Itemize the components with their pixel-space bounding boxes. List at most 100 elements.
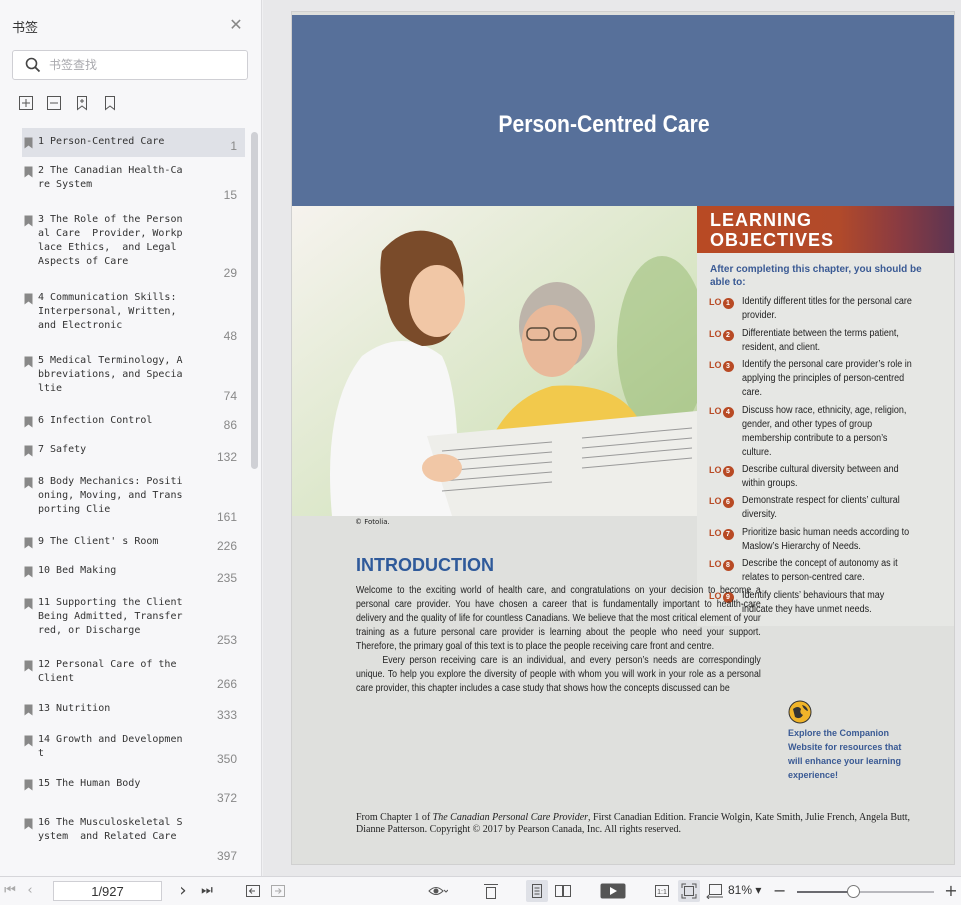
bookmark-item[interactable]: 14 Growth and Developmen t 350 — [22, 726, 245, 770]
play-icon[interactable] — [600, 883, 626, 899]
bookmark-page: 350 — [216, 752, 237, 766]
fit-page-icon[interactable] — [681, 883, 697, 899]
bookmark-page: 266 — [216, 677, 237, 691]
zoom-slider-handle[interactable] — [847, 885, 861, 898]
objective-text: Discuss how race, ethnicity, age, religi… — [742, 405, 907, 458]
bookmark-search[interactable] — [12, 50, 248, 80]
bookmark-search-input[interactable] — [49, 56, 239, 74]
zoom-slider-fill — [797, 891, 854, 893]
bookmark-label: 9 The Client' s Room — [38, 536, 159, 547]
sidebar-tools — [18, 95, 118, 111]
bookmark-icon — [24, 166, 33, 178]
bookmark-item[interactable]: 1 Person-Centred Care 1 — [22, 128, 245, 157]
zoom-in-icon[interactable]: + — [944, 883, 958, 899]
zoom-out-icon[interactable]: − — [773, 883, 786, 899]
chapter-title: Person-Centred Care — [498, 111, 710, 138]
bookmark-item[interactable]: 5 Medical Terminology, A bbreviations, a… — [22, 347, 245, 407]
forward-icon[interactable] — [270, 883, 286, 899]
bookmark-page: 253 — [216, 633, 237, 647]
zoom-level[interactable]: 81% ▾ — [728, 883, 761, 897]
objective-number: 7 — [722, 529, 734, 540]
bookmark-page: 235 — [216, 571, 237, 585]
bookmark-item[interactable]: 15 The Human Body 372 — [22, 770, 245, 809]
bookmark-icon — [24, 660, 33, 672]
objective-text: Identify the personal care provider’s ro… — [742, 359, 912, 398]
next-page-icon[interactable]: › — [177, 882, 189, 900]
bookmark-icon — [24, 215, 33, 227]
back-icon[interactable] — [245, 883, 261, 899]
bookmark-item[interactable]: 13 Nutrition 333 — [22, 695, 245, 726]
bookmark-page: 48 — [223, 329, 237, 343]
companion-website-note: Explore the Companion Website for resour… — [788, 728, 902, 780]
first-page-icon[interactable]: ⏮ — [4, 883, 16, 899]
bookmark-item[interactable]: 4 Communication Skills: Interpersonal, W… — [22, 284, 245, 347]
bookmark-label: 11 Supporting the Client Being Admitted,… — [38, 597, 183, 636]
bookmark-icon — [24, 598, 33, 610]
footer-book-title: The Canadian Personal Care Provider — [432, 812, 589, 823]
continuous-page-icon[interactable] — [529, 883, 545, 899]
pdf-reader-window: 书签 ✕ 1 Person-Centred Care 1 2 The Canadia… — [0, 0, 961, 905]
actual-size-icon[interactable]: 1:1 — [654, 883, 670, 899]
bookmark-item[interactable]: 12 Personal Care of the Client 266 — [22, 651, 245, 695]
bookmark-list: 1 Person-Centred Care 1 2 The Canadian Hea… — [22, 128, 246, 872]
objective-number: 3 — [722, 361, 734, 372]
bookmark-item[interactable]: 8 Body Mechanics: Positi oning, Moving, … — [22, 468, 245, 528]
objective-number: 5 — [722, 466, 734, 477]
objective-text: Differentiate between the terms patient,… — [742, 328, 899, 353]
objective-tag: LO 7 — [709, 526, 734, 540]
bookmark-label: 13 Nutrition — [38, 703, 111, 714]
eye-view-icon[interactable] — [428, 883, 448, 899]
bookmark-icon — [24, 779, 33, 791]
footer-prefix: From Chapter 1 of — [356, 812, 433, 823]
bookmark-item[interactable]: 7 Safety 132 — [22, 436, 245, 468]
objective-number: 6 — [722, 497, 734, 508]
bookmark-item[interactable]: 2 The Canadian Health-Ca re System 15 — [22, 157, 245, 206]
last-page-icon[interactable]: ⏭ — [200, 883, 214, 899]
bookmark-item[interactable]: 9 The Client' s Room 226 — [22, 528, 245, 557]
svg-text:1:1: 1:1 — [657, 889, 667, 896]
bookmark-icon — [24, 537, 33, 549]
companion-website-icon[interactable] — [788, 700, 812, 724]
single-page-icon[interactable] — [483, 883, 499, 899]
bookmark-icon — [24, 818, 33, 830]
close-icon[interactable]: ✕ — [229, 17, 243, 33]
objectives-heading-line1: LEARNING — [710, 210, 812, 230]
objective-tag: LO 2 — [709, 327, 734, 341]
bookmark-item[interactable]: 10 Bed Making 235 — [22, 557, 245, 589]
prev-page-icon[interactable]: ‹ — [24, 883, 36, 899]
search-icon — [25, 57, 41, 73]
objective-tag: LO 4 — [709, 404, 734, 418]
objective-text: Identify clients’ behaviours that may in… — [742, 590, 885, 615]
bookmark-label: 6 Infection Control — [38, 415, 153, 426]
sidebar-scrollbar[interactable] — [251, 132, 258, 469]
bookmark-item[interactable]: 16 The Musculoskeletal S ystem and Relat… — [22, 809, 245, 867]
bookmark-icon — [24, 137, 33, 149]
delete-bookmark-icon[interactable] — [102, 95, 118, 111]
bookmark-page: 86 — [223, 418, 237, 432]
bookmark-label: 3 The Role of the Person al Care Provide… — [38, 214, 183, 267]
add-bookmark-icon[interactable] — [74, 95, 90, 111]
objective-number: 4 — [722, 407, 734, 418]
bookmark-icon — [24, 704, 33, 716]
bookmark-page: 132 — [216, 450, 237, 464]
bookmark-icon — [24, 477, 33, 489]
bookmark-label: 7 Safety — [38, 444, 87, 455]
objective-tag: LO 6 — [709, 494, 734, 508]
bottom-toolbar: ⏮ ‹ › ⏭ 1:1 81% ▾ − + — [0, 876, 961, 905]
collapse-all-icon[interactable] — [46, 95, 62, 111]
sidebar-title: 书签 — [12, 21, 39, 36]
bookmark-icon — [24, 445, 33, 457]
bookmark-label: 2 The Canadian Health-Ca re System — [38, 165, 183, 190]
bookmark-item[interactable]: 11 Supporting the Client Being Admitted,… — [22, 589, 245, 651]
two-page-icon[interactable] — [554, 883, 572, 899]
objective-text: Identify different titles for the person… — [742, 296, 912, 321]
objective-tag: LO 8 — [709, 557, 734, 571]
bookmark-page: 15 — [223, 188, 237, 202]
objectives-header: LEARNING OBJECTIVES — [697, 206, 954, 253]
page-number-input[interactable] — [53, 881, 162, 901]
bookmark-item[interactable]: 6 Infection Control 86 — [22, 407, 245, 436]
fit-width-icon[interactable] — [706, 883, 724, 899]
bookmark-item[interactable]: 3 The Role of the Person al Care Provide… — [22, 206, 245, 284]
expand-all-icon[interactable] — [18, 95, 34, 111]
objective-number: 1 — [722, 298, 734, 309]
